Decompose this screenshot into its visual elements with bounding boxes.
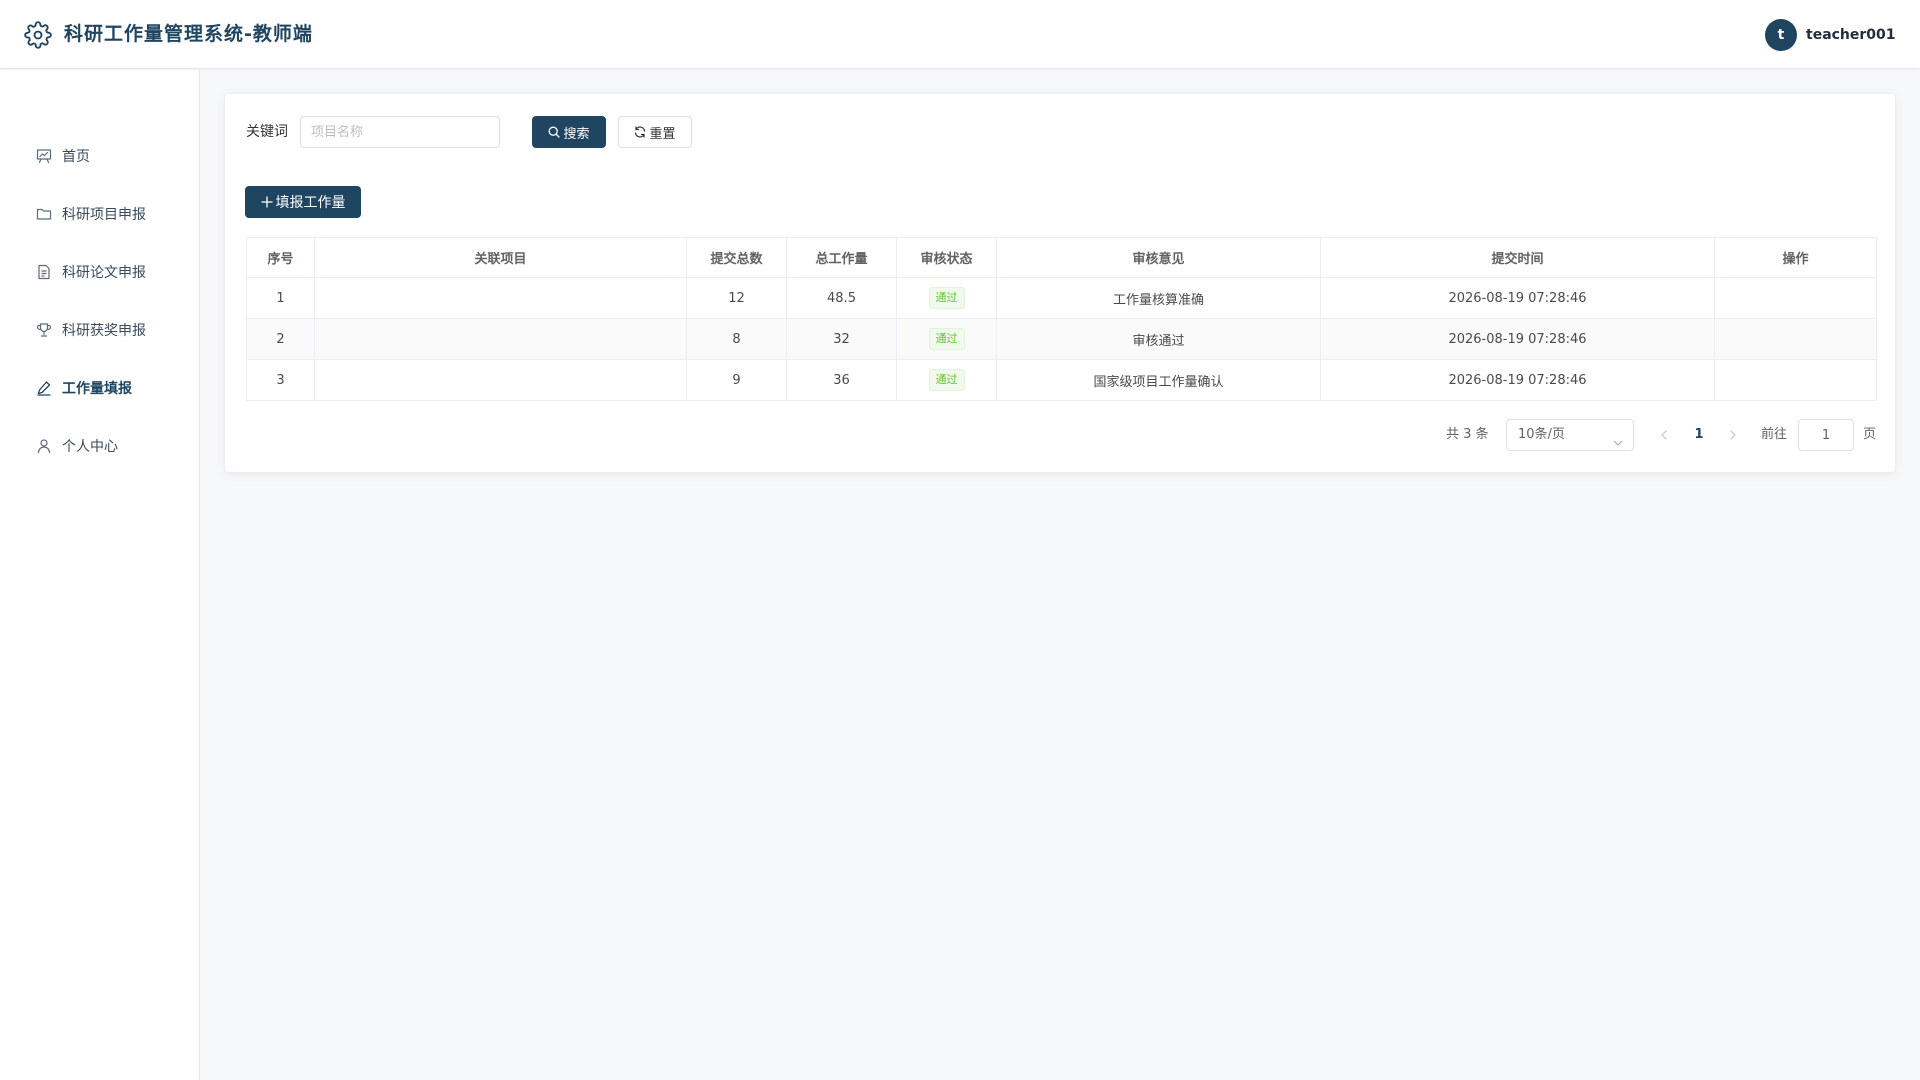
sidebar-item-label: 个人中心 bbox=[62, 439, 118, 455]
page-unit-label: 页 bbox=[1863, 427, 1877, 442]
table-row[interactable]: 2 8 32 通过 审核通过 2026-08-19 07:28:46 bbox=[246, 318, 1877, 360]
add-button-label: 填报工作量 bbox=[275, 195, 346, 211]
gear-icon bbox=[24, 21, 52, 49]
presentation-chart-icon bbox=[36, 148, 52, 164]
refresh-icon bbox=[634, 126, 646, 138]
plus-icon bbox=[260, 196, 273, 208]
reset-button-label: 重置 bbox=[649, 126, 676, 142]
sidebar-item-projects[interactable]: 科研项目申报 bbox=[0, 185, 199, 243]
cell-opinion: 审核通过 bbox=[996, 318, 1321, 360]
cell-total-workload: 32 bbox=[786, 318, 897, 360]
cell-project bbox=[314, 318, 687, 360]
sidebar: 首页 科研项目申报 科研论文申报 科研获奖申报 工作量填报 个人中心 bbox=[0, 70, 200, 1080]
sidebar-item-workload[interactable]: 工作量填报 bbox=[0, 359, 199, 417]
pagination-page-current[interactable]: 1 bbox=[1688, 425, 1710, 445]
column-header: 操作 bbox=[1714, 237, 1877, 278]
edit-pen-icon bbox=[36, 380, 52, 396]
column-header: 审核状态 bbox=[896, 237, 997, 278]
reset-button[interactable]: 重置 bbox=[618, 116, 692, 148]
cell-project bbox=[314, 359, 687, 401]
sidebar-item-label: 科研获奖申报 bbox=[62, 323, 146, 339]
cell-status: 通过 bbox=[896, 318, 997, 360]
column-header: 审核意见 bbox=[996, 237, 1321, 278]
cell-index: 3 bbox=[246, 359, 315, 401]
keyword-label: 关键词 bbox=[246, 124, 288, 140]
page-size-select[interactable]: 10条/页 bbox=[1506, 419, 1634, 451]
column-header: 总工作量 bbox=[786, 237, 897, 278]
column-header: 提交时间 bbox=[1320, 237, 1715, 278]
goto-page-input[interactable] bbox=[1798, 419, 1854, 451]
cell-project bbox=[314, 277, 687, 319]
table-row[interactable]: 3 9 36 通过 国家级项目工作量确认 2026-08-19 07:28:46 bbox=[246, 359, 1877, 401]
sidebar-item-awards[interactable]: 科研获奖申报 bbox=[0, 301, 199, 359]
search-button[interactable]: 搜索 bbox=[532, 116, 606, 148]
trophy-icon bbox=[36, 322, 52, 338]
username[interactable]: teacher001 bbox=[1806, 25, 1896, 45]
app-title: 科研工作量管理系统-教师端 bbox=[64, 23, 313, 45]
search-button-label: 搜索 bbox=[563, 126, 590, 142]
workload-table: 序号 关联项目 提交总数 总工作量 审核状态 审核意见 提交时间 操作 1 12… bbox=[246, 237, 1877, 401]
cell-index: 1 bbox=[246, 277, 315, 319]
chevron-left-icon[interactable] bbox=[1658, 427, 1670, 443]
cell-actions bbox=[1714, 277, 1877, 319]
cell-total-submissions: 12 bbox=[686, 277, 787, 319]
pagination-total: 共 3 条 bbox=[1446, 427, 1489, 442]
column-header: 关联项目 bbox=[314, 237, 687, 278]
cell-actions bbox=[1714, 318, 1877, 360]
avatar[interactable]: t bbox=[1765, 19, 1797, 51]
search-input[interactable] bbox=[300, 116, 500, 148]
sidebar-item-home[interactable]: 首页 bbox=[0, 127, 199, 185]
add-workload-button[interactable]: 填报工作量 bbox=[245, 186, 361, 218]
column-header: 提交总数 bbox=[686, 237, 787, 278]
cell-total-workload: 48.5 bbox=[786, 277, 897, 319]
chevron-right-icon[interactable] bbox=[1727, 427, 1739, 443]
goto-label: 前往 bbox=[1761, 427, 1788, 442]
main-card: 关键词 搜索 重置 填报工作量 bbox=[224, 93, 1896, 473]
status-badge: 通过 bbox=[928, 328, 965, 350]
sidebar-item-label: 首页 bbox=[62, 149, 90, 165]
column-header: 序号 bbox=[246, 237, 315, 278]
top-header: 科研工作量管理系统-教师端 t teacher001 bbox=[0, 0, 1920, 69]
cell-opinion: 工作量核算准确 bbox=[996, 277, 1321, 319]
document-icon bbox=[36, 264, 52, 280]
search-icon bbox=[548, 126, 561, 138]
chevron-down-icon bbox=[1613, 430, 1623, 446]
user-icon bbox=[36, 438, 52, 454]
sidebar-item-profile[interactable]: 个人中心 bbox=[0, 417, 199, 475]
cell-status: 通过 bbox=[896, 359, 997, 401]
sidebar-item-label: 工作量填报 bbox=[62, 381, 132, 397]
cell-time: 2026-08-19 07:28:46 bbox=[1320, 359, 1715, 401]
page-size-value: 10条/页 bbox=[1518, 427, 1565, 442]
cell-index: 2 bbox=[246, 318, 315, 360]
cell-total-submissions: 9 bbox=[686, 359, 787, 401]
cell-total-submissions: 8 bbox=[686, 318, 787, 360]
status-badge: 通过 bbox=[928, 369, 965, 391]
folder-icon bbox=[36, 206, 52, 222]
sidebar-item-label: 科研项目申报 bbox=[62, 207, 146, 223]
cell-time: 2026-08-19 07:28:46 bbox=[1320, 318, 1715, 360]
table-row[interactable]: 1 12 48.5 通过 工作量核算准确 2026-08-19 07:28:46 bbox=[246, 277, 1877, 319]
cell-opinion: 国家级项目工作量确认 bbox=[996, 359, 1321, 401]
cell-actions bbox=[1714, 359, 1877, 401]
cell-total-workload: 36 bbox=[786, 359, 897, 401]
sidebar-item-papers[interactable]: 科研论文申报 bbox=[0, 243, 199, 301]
cell-time: 2026-08-19 07:28:46 bbox=[1320, 277, 1715, 319]
table-header-row: 序号 关联项目 提交总数 总工作量 审核状态 审核意见 提交时间 操作 bbox=[246, 237, 1877, 278]
status-badge: 通过 bbox=[928, 287, 965, 309]
sidebar-item-label: 科研论文申报 bbox=[62, 265, 146, 281]
cell-status: 通过 bbox=[896, 277, 997, 319]
